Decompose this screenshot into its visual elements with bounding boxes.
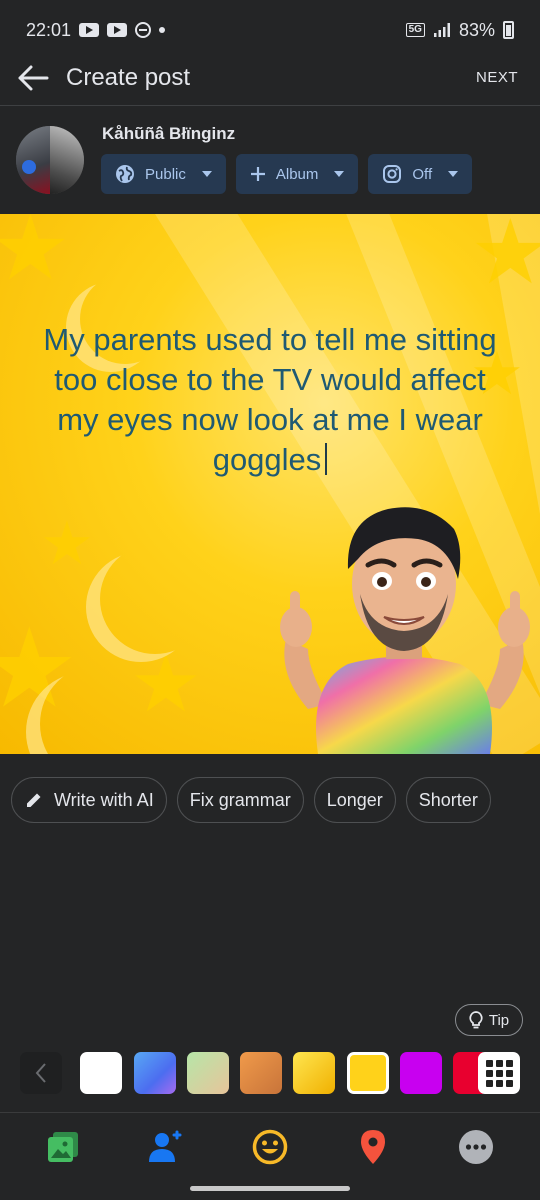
author-row: Kåhũñâ Błïnginz Public Album Off xyxy=(0,116,540,206)
dropdown-caret-icon xyxy=(334,171,345,177)
write-with-ai-button[interactable]: Write with AI xyxy=(11,777,167,823)
background-swatch-avatar-selected[interactable] xyxy=(347,1052,389,1094)
feeling-activity-button[interactable] xyxy=(250,1127,290,1167)
more-dots-icon xyxy=(459,1130,493,1164)
plus-icon xyxy=(250,167,265,181)
background-swatch-avatar-blue[interactable] xyxy=(134,1052,176,1094)
instagram-label: Off xyxy=(412,165,433,183)
privacy-selector[interactable]: Public xyxy=(101,154,226,194)
ai-chip-label: Shorter xyxy=(418,789,478,810)
dropdown-caret-icon xyxy=(448,171,459,177)
ai-chip-label: Write with AI xyxy=(54,789,154,810)
post-text-content: My parents used to tell me sitting too c… xyxy=(43,322,497,477)
back-arrow-icon xyxy=(18,65,49,90)
ai-chip-label: Fix grammar xyxy=(189,789,291,810)
post-canvas[interactable]: ★ ★ ★ ★ ★ ★ My parents used to tell me s… xyxy=(0,214,540,754)
battery-percent: 83% xyxy=(458,19,495,40)
status-time: 22:01 xyxy=(26,19,72,40)
network-5g-icon: 5G xyxy=(405,23,425,37)
text-cursor xyxy=(325,443,328,475)
next-button[interactable]: NEXT xyxy=(476,69,518,86)
instagram-icon xyxy=(383,165,402,183)
battery-icon xyxy=(503,21,514,39)
signal-icon xyxy=(433,23,450,37)
dropdown-caret-icon xyxy=(201,171,212,177)
shorter-button[interactable]: Shorter xyxy=(405,777,491,823)
album-label: Album xyxy=(275,165,319,183)
gesture-navigation-bar[interactable] xyxy=(190,1186,350,1191)
fix-grammar-button[interactable]: Fix grammar xyxy=(176,777,304,823)
privacy-label: Public xyxy=(145,165,186,183)
smiley-icon xyxy=(252,1129,288,1165)
chevron-left-icon xyxy=(35,1063,46,1083)
youtube-notification-icon xyxy=(107,23,128,37)
pencil-icon xyxy=(27,793,41,807)
post-text[interactable]: My parents used to tell me sitting too c… xyxy=(30,320,510,480)
page-title: Create post xyxy=(66,63,191,91)
photo-icon xyxy=(48,1132,78,1162)
check-in-button[interactable] xyxy=(353,1127,393,1167)
avatar-thumbs-up-sticker xyxy=(280,507,530,754)
star-decoration-icon: ★ xyxy=(40,510,94,577)
do-not-disturb-icon xyxy=(135,22,152,38)
tag-people-button[interactable] xyxy=(146,1127,186,1167)
background-swatch-white[interactable] xyxy=(80,1052,122,1094)
swatches-collapse-button[interactable] xyxy=(20,1052,62,1094)
tip-label: Tip xyxy=(488,1011,510,1029)
author-name: Kåhũñâ Błïnginz xyxy=(102,124,236,143)
youtube-notification-icon xyxy=(79,23,100,37)
longer-button[interactable]: Longer xyxy=(313,777,396,823)
background-swatch-purple[interactable] xyxy=(400,1052,442,1094)
ai-chip-label: Longer xyxy=(326,789,383,810)
more-notifications-dot-icon xyxy=(159,27,166,33)
background-swatch-avatar-green[interactable] xyxy=(187,1052,229,1094)
location-pin-icon xyxy=(361,1130,385,1164)
album-selector[interactable]: Album xyxy=(235,154,359,194)
globe-icon xyxy=(116,165,134,183)
star-decoration-icon: ★ xyxy=(0,214,71,299)
tag-people-icon xyxy=(149,1130,182,1162)
more-options-button[interactable] xyxy=(456,1127,496,1167)
tip-button[interactable]: Tip xyxy=(455,1004,523,1036)
instagram-share-selector[interactable]: Off xyxy=(368,154,473,194)
back-button[interactable] xyxy=(0,50,66,106)
star-decoration-icon: ★ xyxy=(470,214,540,303)
lightbulb-icon xyxy=(469,1011,483,1029)
create-post-header: Create post NEXT xyxy=(0,50,540,106)
all-backgrounds-grid-button[interactable] xyxy=(478,1052,520,1094)
background-swatch-avatar-orange[interactable] xyxy=(240,1052,282,1094)
background-swatch-avatar-yellow[interactable] xyxy=(293,1052,335,1094)
photo-button[interactable] xyxy=(43,1127,83,1167)
ai-suggestions-row: Write with AI Fix grammar Longer Shorter xyxy=(11,777,491,823)
avatar[interactable] xyxy=(16,126,84,194)
